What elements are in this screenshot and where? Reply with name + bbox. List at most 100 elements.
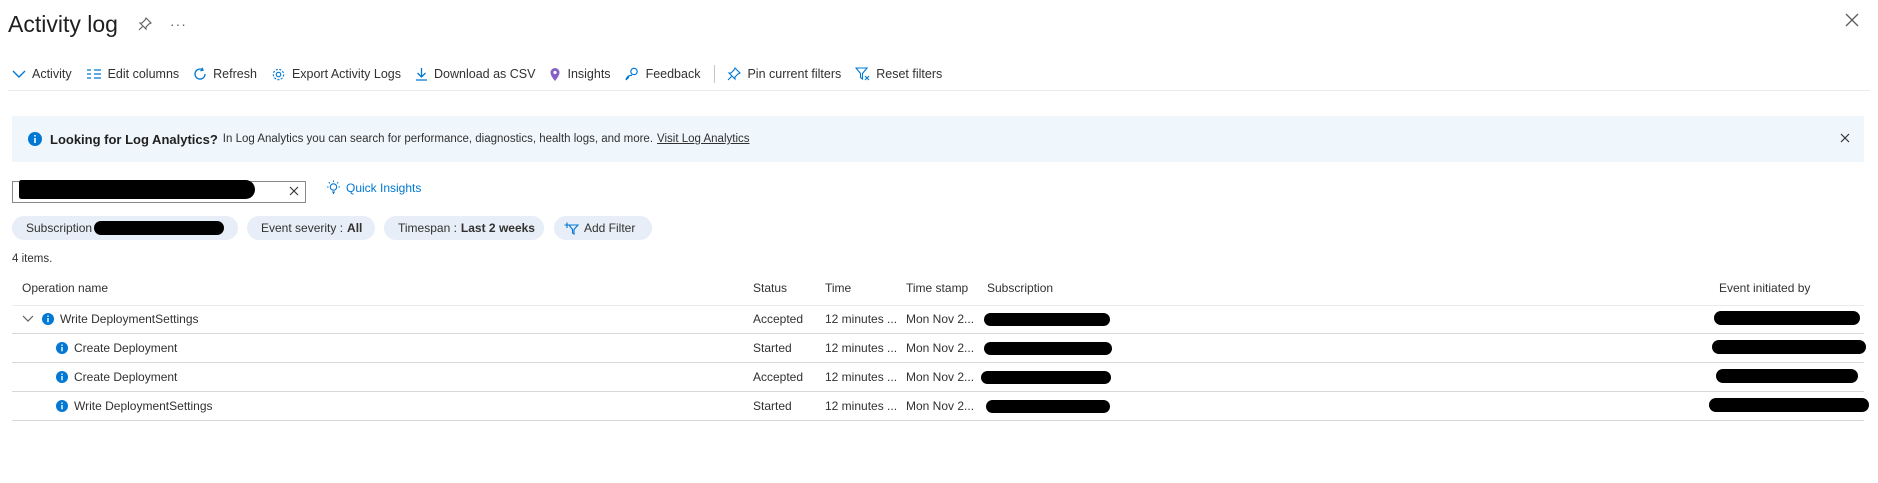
lightbulb-pin-icon — [550, 67, 560, 81]
operation-name: Write DeploymentSettings — [60, 312, 199, 326]
page-header: Activity log ··· — [8, 6, 187, 42]
insights-label: Insights — [567, 67, 611, 81]
timestamp-cell: Mon Nov 2... — [906, 312, 975, 326]
download-icon — [416, 68, 428, 81]
edit-columns-label: Edit columns — [107, 67, 180, 81]
reset-filters-button[interactable]: Reset filters — [855, 67, 942, 81]
add-filter-button[interactable]: Add Filter — [554, 216, 652, 240]
redacted-subscription-value — [94, 221, 224, 235]
subscription-filter-pill[interactable]: Subscription — [12, 216, 238, 240]
table-row[interactable]: Write DeploymentSettings Accepted 12 min… — [12, 305, 1864, 334]
toolbar-divider — [714, 65, 716, 83]
column-header-initiated-by[interactable]: Event initiated by — [1719, 281, 1810, 295]
edit-columns-button[interactable]: Edit columns — [86, 67, 180, 81]
redacted-initiated-by — [1712, 340, 1866, 354]
table-row[interactable]: Write DeploymentSettings Started 12 minu… — [12, 392, 1869, 421]
activity-label: Activity — [32, 67, 72, 81]
filter-icon — [855, 67, 870, 81]
table-row[interactable]: Create Deployment Accepted 12 minutes ..… — [12, 363, 1864, 392]
lightbulb-icon — [327, 180, 340, 194]
timespan-filter-label: Timespan : — [398, 221, 457, 235]
subscription-filter-label: Subscription — [26, 221, 93, 235]
redacted-subscription — [986, 400, 1110, 413]
close-icon[interactable] — [1838, 131, 1852, 145]
feedback-label: Feedback — [645, 67, 701, 81]
column-header-time[interactable]: Time — [825, 281, 851, 295]
redacted-subscription — [981, 371, 1111, 384]
severity-filter-label: Event severity : — [261, 221, 344, 235]
severity-filter-value: All — [347, 221, 363, 235]
time-cell: 12 minutes ... — [825, 399, 898, 413]
status-cell: Accepted — [753, 312, 804, 326]
more-options-button[interactable]: ··· — [170, 16, 187, 32]
redacted-initiated-by — [1714, 311, 1860, 325]
info-icon — [56, 342, 68, 354]
page-title: Activity log — [8, 10, 118, 37]
operation-cell: Write DeploymentSettings — [56, 399, 213, 413]
download-csv-button[interactable]: Download as CSV — [415, 67, 535, 81]
insights-button[interactable]: Insights — [549, 67, 611, 82]
toolbar-divider-line — [8, 90, 1870, 91]
grid-header: Operation name Status Time Time stamp Su… — [12, 279, 1864, 306]
banner-text: In Log Analytics you can search for perf… — [222, 133, 654, 145]
redacted-initiated-by — [1709, 398, 1869, 412]
time-cell: 12 minutes ... — [825, 312, 898, 326]
timespan-filter-value: Last 2 weeks — [460, 221, 535, 235]
refresh-label: Refresh — [213, 67, 257, 81]
pin-icon — [728, 67, 742, 81]
info-icon — [56, 400, 68, 412]
banner-heading: Looking for Log Analytics? — [50, 131, 218, 147]
close-icon[interactable] — [1844, 12, 1860, 28]
info-icon — [42, 313, 54, 325]
status-cell: Accepted — [753, 370, 804, 384]
status-cell: Started — [753, 399, 792, 413]
clear-icon[interactable] — [289, 186, 299, 196]
operation-cell: Create Deployment — [56, 370, 177, 384]
redacted-initiated-by — [1716, 369, 1858, 383]
refresh-icon — [194, 67, 206, 80]
add-filter-label: Add Filter — [584, 221, 636, 235]
activity-button[interactable]: Activity — [12, 67, 72, 81]
column-header-status[interactable]: Status — [753, 281, 787, 295]
severity-filter-pill[interactable]: Event severity : All — [247, 216, 375, 240]
info-icon — [28, 132, 42, 146]
search-input[interactable] — [12, 180, 306, 203]
chevron-down-icon — [12, 70, 26, 78]
reset-filters-label: Reset filters — [876, 67, 943, 81]
info-icon — [56, 371, 68, 383]
column-header-subscription[interactable]: Subscription — [987, 281, 1053, 295]
feedback-button[interactable]: Feedback — [624, 67, 701, 81]
visit-log-analytics-link[interactable]: Visit Log Analytics — [657, 133, 749, 145]
column-header-timestamp[interactable]: Time stamp — [906, 281, 968, 295]
chevron-down-icon[interactable] — [22, 315, 34, 323]
redacted-subscription — [984, 342, 1112, 355]
table-row[interactable]: Create Deployment Started 12 minutes ...… — [12, 334, 1866, 363]
quick-insights-label: Quick Insights — [346, 180, 422, 195]
redacted-subscription — [984, 313, 1110, 326]
time-cell: 12 minutes ... — [825, 341, 898, 355]
gear-icon — [272, 68, 285, 80]
timestamp-cell: Mon Nov 2... — [906, 370, 975, 384]
status-cell: Started — [753, 341, 792, 355]
column-header-operation[interactable]: Operation name — [22, 281, 108, 295]
info-banner: Looking for Log Analytics? In Log Analyt… — [12, 116, 1864, 162]
timespan-filter-pill[interactable]: Timespan : Last 2 weeks — [384, 216, 544, 240]
export-activity-logs-button[interactable]: Export Activity Logs — [271, 67, 401, 82]
columns-icon — [86, 69, 101, 79]
pin-filters-label: Pin current filters — [747, 67, 842, 81]
operation-name: Write DeploymentSettings — [74, 399, 213, 413]
timestamp-cell: Mon Nov 2... — [906, 399, 975, 413]
time-cell: 12 minutes ... — [825, 370, 898, 384]
operation-name: Create Deployment — [74, 341, 178, 355]
operation-name: Create Deployment — [74, 370, 178, 384]
feedback-icon — [624, 67, 638, 81]
item-count: 4 items. — [12, 253, 53, 265]
redacted-search-text — [19, 180, 255, 199]
pin-current-filters-button[interactable]: Pin current filters — [727, 67, 841, 81]
export-label: Export Activity Logs — [291, 67, 402, 81]
quick-insights-link[interactable]: Quick Insights — [326, 180, 421, 195]
pin-icon[interactable] — [138, 17, 152, 31]
refresh-button[interactable]: Refresh — [193, 67, 257, 81]
download-label: Download as CSV — [434, 67, 536, 81]
add-filter-icon — [564, 222, 579, 235]
